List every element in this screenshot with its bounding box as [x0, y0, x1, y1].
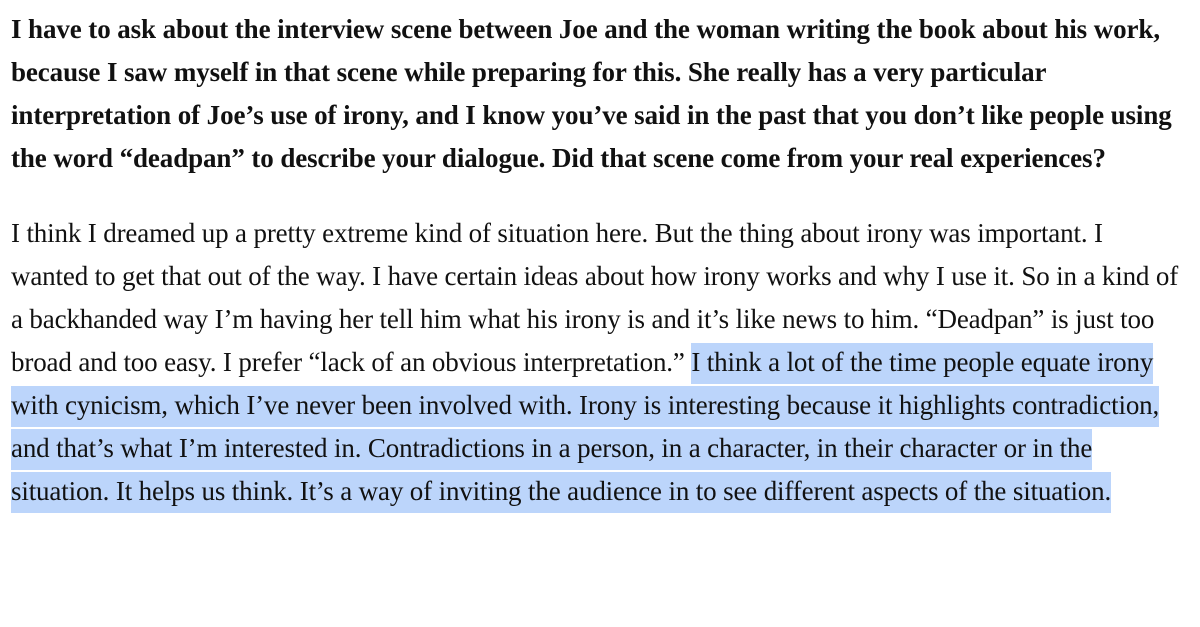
article-body: I have to ask about the interview scene …: [11, 8, 1186, 513]
interview-question: I have to ask about the interview scene …: [11, 14, 1172, 173]
interview-answer[interactable]: I think I dreamed up a pretty extreme ki…: [11, 212, 1186, 513]
